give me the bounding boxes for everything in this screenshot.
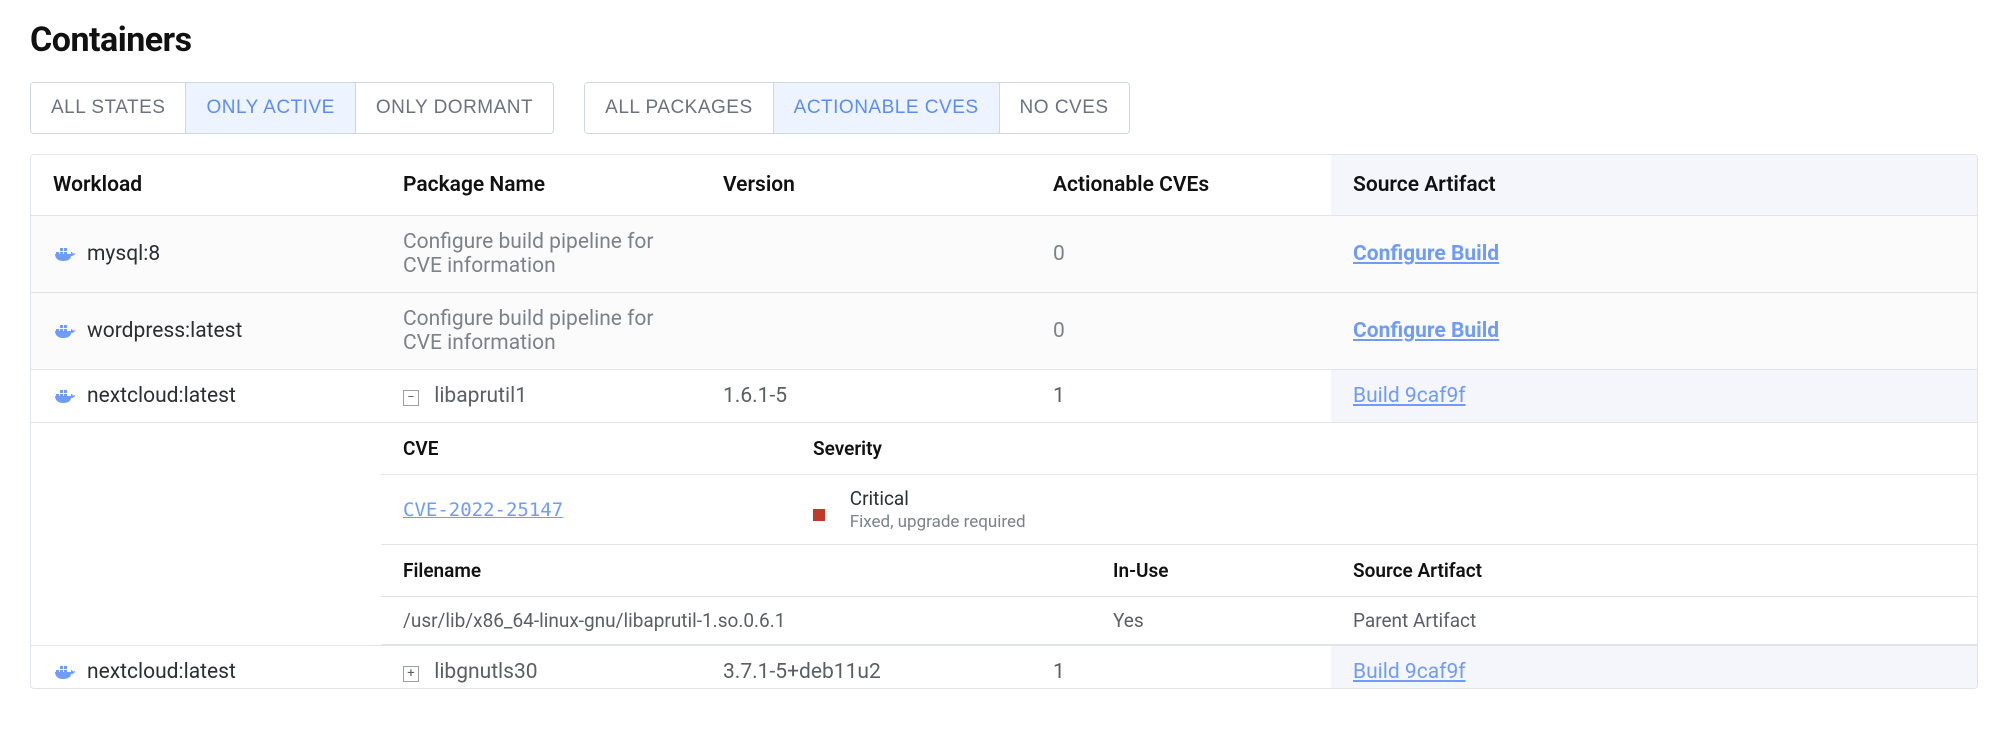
filter-all-states[interactable]: ALL STATES xyxy=(31,83,186,133)
build-link[interactable]: Build 9caf9f xyxy=(1353,660,1466,684)
collapse-icon[interactable]: − xyxy=(403,390,419,406)
expand-icon[interactable]: + xyxy=(403,666,419,682)
col-source-artifact: Source Artifact xyxy=(1331,545,1977,597)
col-package: Package Name xyxy=(381,155,701,216)
cve-count: 1 xyxy=(1031,646,1331,689)
version-text: 3.7.1-5+deb11u2 xyxy=(701,646,1031,689)
filter-only-dormant[interactable]: ONLY DORMANT xyxy=(356,83,553,133)
docker-icon xyxy=(53,319,77,343)
filter-actionable-cves[interactable]: ACTIONABLE CVES xyxy=(774,83,1000,133)
workload-name: mysql:8 xyxy=(87,242,160,266)
version-text xyxy=(701,293,1031,370)
cve-count: 0 xyxy=(1031,216,1331,293)
table-row: nextcloud:latest − libaprutil1 1.6.1-5 1… xyxy=(31,370,1977,423)
severity-indicator-icon xyxy=(813,509,825,521)
package-text: Configure build pipeline for CVE informa… xyxy=(381,293,701,370)
col-severity: Severity xyxy=(791,423,1977,475)
workload-name: nextcloud:latest xyxy=(87,660,236,684)
col-workload: Workload xyxy=(31,155,381,216)
page-title: Containers xyxy=(30,20,1978,60)
workload-name: nextcloud:latest xyxy=(87,384,236,408)
workload-name: wordpress:latest xyxy=(87,319,242,343)
filters-row: ALL STATES ONLY ACTIVE ONLY DORMANT ALL … xyxy=(30,82,1978,134)
configure-build-link[interactable]: Configure Build xyxy=(1353,319,1499,343)
table-row: wordpress:latest Configure build pipelin… xyxy=(31,293,1977,370)
configure-build-link[interactable]: Configure Build xyxy=(1353,242,1499,266)
docker-icon xyxy=(53,384,77,408)
cve-count: 0 xyxy=(1031,293,1331,370)
table-row: mysql:8 Configure build pipeline for CVE… xyxy=(31,216,1977,293)
filename-text: /usr/lib/x86_64-linux-gnu/libaprutil-1.s… xyxy=(381,597,1091,645)
filter-only-active[interactable]: ONLY ACTIVE xyxy=(186,83,355,133)
col-inuse: In-Use xyxy=(1091,545,1331,597)
version-text: 1.6.1-5 xyxy=(701,370,1031,423)
cve-detail-row: CVE Severity CVE-2022-25147 Critical Fi xyxy=(31,423,1977,646)
package-name: libaprutil1 xyxy=(434,384,527,408)
inuse-text: Yes xyxy=(1091,597,1331,645)
filter-group-packages: ALL PACKAGES ACTIONABLE CVES NO CVES xyxy=(584,82,1129,134)
docker-icon xyxy=(53,242,77,266)
containers-table: Workload Package Name Version Actionable… xyxy=(30,154,1978,689)
col-cve: CVE xyxy=(381,423,791,475)
table-row: nextcloud:latest + libgnutls30 3.7.1-5+d… xyxy=(31,646,1977,689)
filter-group-states: ALL STATES ONLY ACTIVE ONLY DORMANT xyxy=(30,82,554,134)
filter-no-cves[interactable]: NO CVES xyxy=(1000,83,1129,133)
col-filename: Filename xyxy=(381,545,1091,597)
package-text: Configure build pipeline for CVE informa… xyxy=(381,216,701,293)
cve-count: 1 xyxy=(1031,370,1331,423)
filter-all-packages[interactable]: ALL PACKAGES xyxy=(585,83,774,133)
severity-label: Critical xyxy=(850,487,1026,510)
docker-icon xyxy=(53,660,77,684)
artifact-text: Parent Artifact xyxy=(1331,597,1977,645)
package-name: libgnutls30 xyxy=(434,660,537,684)
col-artifact: Source Artifact xyxy=(1331,155,1977,216)
table-header-row: Workload Package Name Version Actionable… xyxy=(31,155,1977,216)
col-version: Version xyxy=(701,155,1031,216)
severity-note: Fixed, upgrade required xyxy=(850,512,1026,532)
version-text xyxy=(701,216,1031,293)
build-link[interactable]: Build 9caf9f xyxy=(1353,384,1466,408)
col-cves: Actionable CVEs xyxy=(1031,155,1331,216)
cve-link[interactable]: CVE-2022-25147 xyxy=(403,499,563,521)
